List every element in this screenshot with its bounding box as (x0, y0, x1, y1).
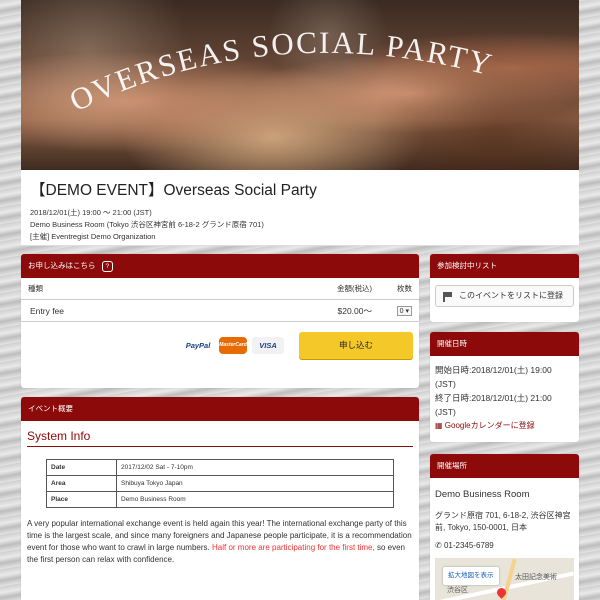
paypal-logo: PayPal (185, 340, 211, 350)
col-type: 種類 (28, 284, 43, 293)
place-panel: 開催場所 Demo Business Room グランド原宿 701, 6-18… (430, 454, 579, 600)
page: OVERSEAS SOCIAL PARTY 【DEMO EVENT】Overse… (21, 0, 579, 246)
event-title: 【DEMO EVENT】Overseas Social Party (30, 182, 317, 199)
map-label-shibuya: 渋谷区 (447, 587, 468, 594)
help-badge[interactable]: ? (101, 260, 114, 272)
apply-button[interactable]: 申し込む (299, 331, 413, 359)
svg-text:OVERSEAS SOCIAL PARTY: OVERSEAS SOCIAL PARTY (64, 25, 497, 118)
info-value: 2017/12/02 Sat - 7-10pm (116, 459, 394, 476)
ticket-row: Entry fee $20.00～ 0 ▾ (21, 300, 419, 322)
event-description: A very popular international exchange ev… (21, 508, 419, 566)
venue-map[interactable]: 拡大地図を表示 渋谷区 太田記念美術 (435, 558, 574, 600)
event-header: 【DEMO EVENT】Overseas Social Party 2018/1… (21, 170, 579, 246)
mastercard-logo: MasterCard (219, 336, 247, 354)
visa-logo: VISA (252, 336, 284, 354)
venue-phone: ✆ 01-2345-6789 (435, 540, 574, 552)
desc-highlight: Half or more are participating for the f… (212, 543, 375, 552)
hero-banner-text: OVERSEAS SOCIAL PARTY (64, 25, 497, 118)
ticket-name: Entry fee (30, 305, 65, 316)
table-row: Area Shibuya Tokyo Japan (46, 475, 394, 492)
add-to-list-label: このイベントをリストに登録 (459, 291, 563, 300)
signup-panel: お申し込みはこちら? 種類 金額(税込) 枚数 Entry fee $20.00… (21, 254, 419, 388)
watchlist-header: 参加検討中リスト (430, 254, 579, 278)
gcal-label: Googleカレンダーに登録 (444, 421, 535, 430)
table-row: Place Demo Business Room (46, 491, 394, 508)
overview-panel-header: イベント概要 (21, 397, 419, 421)
info-value: Demo Business Room (116, 491, 394, 508)
info-key: Area (46, 475, 117, 492)
signup-panel-header: お申し込みはこちら? (21, 254, 419, 278)
enlarge-map-button[interactable]: 拡大地図を表示 (443, 567, 499, 585)
ticket-qty-select[interactable]: 0 ▾ (372, 305, 412, 316)
calendar-icon: ▦ (435, 421, 445, 430)
phone-icon: ✆ (435, 541, 444, 550)
map-label-museum: 太田記念美術 (515, 574, 557, 581)
event-datetime: 2018/12/01(土) 19:00 ～ 21:00 (JST) (30, 208, 152, 217)
ticket-table-header: 種類 金額(税込) 枚数 (21, 278, 419, 300)
start-datetime: 開始日時:2018/12/01(土) 19:00 (JST) (435, 365, 552, 389)
chevron-down-icon: ▾ (405, 308, 409, 315)
system-info-title: System Info (27, 429, 413, 447)
col-price: 金額(税込) (337, 284, 372, 293)
watchlist-panel: 参加検討中リスト このイベントをリストに登録 (430, 254, 579, 322)
info-value: Shibuya Tokyo Japan (116, 475, 394, 492)
place-header: 開催場所 (430, 454, 579, 478)
flag-icon (443, 291, 452, 302)
col-qty: 枚数 (397, 284, 412, 293)
info-key: Place (46, 491, 117, 508)
schedule-header: 開催日時 (430, 332, 579, 356)
phone-number: 01-2345-6789 (443, 541, 494, 550)
hero-banner: OVERSEAS SOCIAL PARTY (21, 0, 579, 170)
venue-name: Demo Business Room (435, 489, 530, 500)
google-calendar-link[interactable]: ▦ Googleカレンダーに登録 (435, 419, 574, 433)
info-table: Date 2017/12/02 Sat - 7-10pm Area Shibuya … (46, 459, 394, 508)
venue-address: グランド原宿 701, 6-18-2, 渋谷区神宮前, Tokyo, 150-0… (435, 511, 571, 532)
event-organizer: [主催] Eventregist Demo Organization (30, 232, 156, 241)
ticket-price: $20.00～ (337, 305, 373, 316)
event-venue-line: Demo Business Room (Tokyo 渋谷区神宮前 6-18-2 … (30, 220, 264, 229)
payment-row: PayPal MasterCard VISA 申し込む (21, 322, 419, 368)
table-row: Date 2017/12/02 Sat - 7-10pm (46, 459, 394, 476)
schedule-panel: 開催日時 開始日時:2018/12/01(土) 19:00 (JST) 終了日時… (430, 332, 579, 442)
overview-panel: イベント概要 System Info Date 2017/12/02 Sat - … (21, 397, 419, 600)
end-datetime: 終了日時:2018/12/01(土) 21:00 (JST) (435, 393, 552, 417)
signup-header-label: お申し込みはこちら (28, 261, 96, 270)
info-key: Date (46, 459, 117, 476)
ticket-qty-value: 0 (399, 308, 404, 315)
add-to-list-button[interactable]: このイベントをリストに登録 (435, 285, 574, 307)
